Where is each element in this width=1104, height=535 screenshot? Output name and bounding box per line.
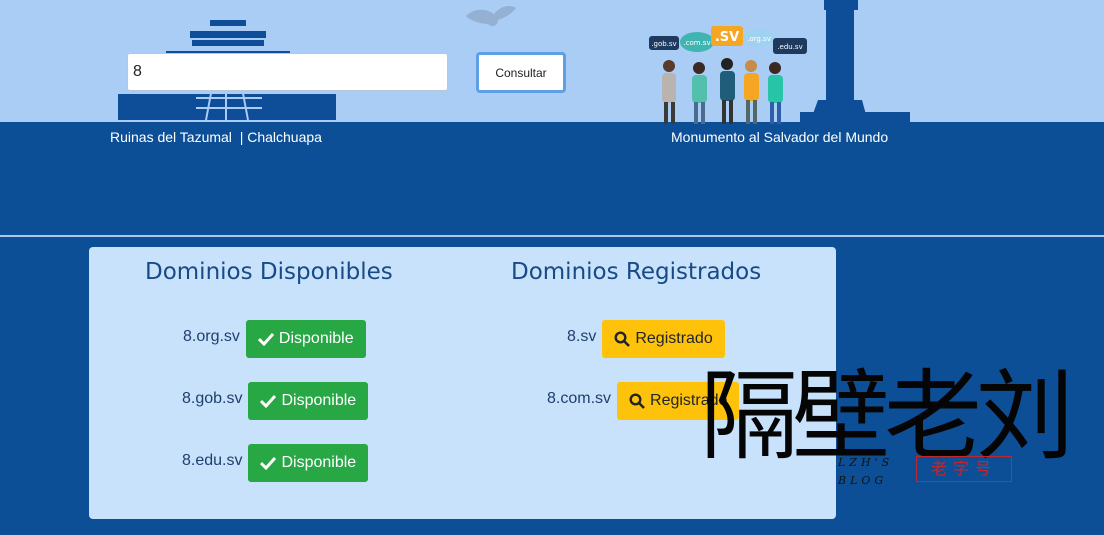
svg-text:.org.sv: .org.sv bbox=[747, 35, 771, 43]
watermark-sub-1: LZH'S bbox=[838, 456, 894, 469]
domain-name: 8.edu.sv bbox=[182, 452, 243, 469]
available-badge[interactable]: Disponible bbox=[245, 320, 366, 358]
available-row-2: 8.edu.sv Disponible bbox=[182, 444, 369, 482]
available-domains-title: Dominios Disponibles bbox=[145, 259, 393, 285]
svg-text:.edu.sv: .edu.sv bbox=[777, 43, 802, 51]
watermark-sub-2: BLOG bbox=[838, 474, 888, 487]
check-icon bbox=[260, 394, 277, 408]
watermark-seal: 老字号 bbox=[916, 456, 1012, 482]
bird-icon bbox=[466, 6, 516, 27]
domain-name: 8.org.sv bbox=[183, 328, 240, 345]
check-icon bbox=[257, 332, 274, 346]
hero-banner: Consultar Ruinas del Tazumal | Chalchuap… bbox=[0, 0, 1104, 236]
available-badge[interactable]: Disponible bbox=[248, 444, 369, 482]
sign-sv: .SV bbox=[711, 26, 743, 46]
caption-monumento: Monumento al Salvador del Mundo bbox=[671, 129, 889, 145]
svg-text:.gob.sv: .gob.sv bbox=[651, 40, 676, 48]
domain-name: 8.gob.sv bbox=[182, 390, 243, 407]
people-with-domain-signs-illustration: .gob.sv .com.sv .SV .org.sv .edu.sv bbox=[649, 26, 807, 124]
caption-tazumal: Ruinas del Tazumal | Chalchuapa bbox=[110, 129, 322, 145]
available-row-1: 8.gob.sv Disponible bbox=[182, 382, 369, 420]
domain-name: 8.com.sv bbox=[547, 390, 612, 407]
consultar-button[interactable]: Consultar bbox=[476, 52, 566, 93]
sign-org-sv: .org.sv bbox=[743, 29, 775, 47]
monument-illustration bbox=[800, 0, 910, 122]
blog-watermark: 隔壁老刘 LZH'S BLOG 老字号 bbox=[700, 352, 1074, 502]
svg-text:.SV: .SV bbox=[715, 30, 739, 45]
search-icon bbox=[629, 393, 645, 409]
sign-com-sv: .com.sv bbox=[680, 32, 714, 52]
available-badge[interactable]: Disponible bbox=[248, 382, 369, 420]
domain-search-input[interactable] bbox=[127, 53, 448, 91]
registered-domains-title: Dominios Registrados bbox=[511, 259, 762, 285]
svg-text:.com.sv: .com.sv bbox=[683, 39, 710, 47]
available-row-0: 8.org.sv Disponible bbox=[183, 320, 366, 358]
search-icon bbox=[614, 331, 631, 347]
section-divider bbox=[0, 235, 1104, 237]
domain-name: 8.sv bbox=[567, 328, 597, 345]
sign-gob-sv: .gob.sv bbox=[649, 36, 679, 50]
check-icon bbox=[260, 456, 277, 470]
